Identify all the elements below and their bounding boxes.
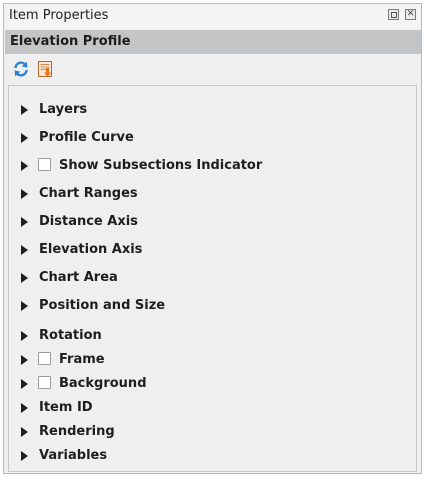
section-label: Show Subsections Indicator [59, 158, 263, 173]
toolbar [4, 55, 421, 85]
section-chart-area[interactable]: Chart Area [9, 268, 416, 288]
section-label: Variables [39, 448, 108, 463]
expand-arrow-icon[interactable] [21, 379, 28, 389]
section-checkbox[interactable] [38, 352, 51, 365]
section-label: Position and Size [39, 298, 166, 313]
expand-arrow-icon[interactable] [21, 273, 28, 283]
section-label: Elevation Axis [39, 242, 143, 257]
section-layers[interactable]: Layers [9, 100, 416, 120]
expand-arrow-icon[interactable] [21, 451, 28, 461]
section-label: Frame [59, 352, 105, 367]
panel-title: Item Properties [9, 8, 109, 23]
expand-arrow-icon[interactable] [21, 189, 28, 199]
section-checkbox[interactable] [38, 158, 51, 171]
section-label: Distance Axis [39, 214, 138, 229]
section-label: Background [59, 376, 147, 391]
section-background[interactable]: Background [9, 374, 416, 394]
section-label: Rendering [39, 424, 115, 439]
expand-arrow-icon[interactable] [21, 217, 28, 227]
item-properties-panel: Item Properties ✕ Elevation Profile Laye… [3, 3, 422, 474]
section-checkbox[interactable] [38, 376, 51, 389]
section-label: Rotation [39, 328, 102, 343]
section-label: Chart Ranges [39, 186, 138, 201]
item-title: Elevation Profile [10, 34, 131, 49]
item-header: Elevation Profile [5, 30, 421, 54]
expand-arrow-icon[interactable] [21, 403, 28, 413]
section-profile-curve[interactable]: Profile Curve [9, 128, 416, 148]
expand-arrow-icon[interactable] [21, 245, 28, 255]
properties-tree: Layers Profile Curve Show Subsections Indi… [8, 85, 417, 472]
expand-arrow-icon[interactable] [21, 427, 28, 437]
expand-arrow-icon[interactable] [21, 355, 28, 365]
expand-arrow-icon[interactable] [21, 301, 28, 311]
close-icon[interactable]: ✕ [405, 9, 416, 20]
export-data-icon[interactable] [37, 60, 55, 78]
section-label: Chart Area [39, 270, 118, 285]
section-position-and-size[interactable]: Position and Size [9, 296, 416, 316]
expand-arrow-icon[interactable] [21, 105, 28, 115]
section-frame[interactable]: Frame [9, 350, 416, 370]
expand-arrow-icon[interactable] [21, 331, 28, 341]
section-show-subsections-indicator[interactable]: Show Subsections Indicator [9, 156, 416, 176]
section-label: Item ID [39, 400, 93, 415]
section-elevation-axis[interactable]: Elevation Axis [9, 240, 416, 260]
section-label: Layers [39, 102, 88, 117]
float-window-icon[interactable] [388, 9, 399, 20]
section-rendering[interactable]: Rendering [9, 422, 416, 442]
section-variables[interactable]: Variables [9, 446, 416, 466]
panel-titlebar: Item Properties ✕ [4, 4, 421, 29]
expand-arrow-icon[interactable] [21, 133, 28, 143]
refresh-icon[interactable] [12, 60, 30, 78]
section-item-id[interactable]: Item ID [9, 398, 416, 418]
section-rotation[interactable]: Rotation [9, 326, 416, 346]
expand-arrow-icon[interactable] [21, 161, 28, 171]
section-distance-axis[interactable]: Distance Axis [9, 212, 416, 232]
section-label: Profile Curve [39, 130, 134, 145]
section-chart-ranges[interactable]: Chart Ranges [9, 184, 416, 204]
